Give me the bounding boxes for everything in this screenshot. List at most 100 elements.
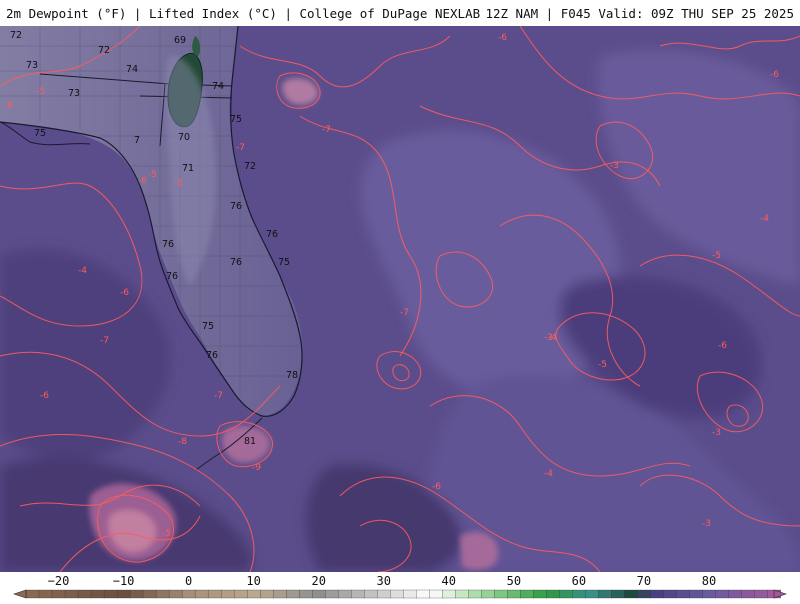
li-label: -6 [40,391,49,401]
li-label: -5 [598,360,607,370]
colorbar-tick-label: −20 [48,574,70,588]
colorbar-swatch [312,589,326,599]
colorbar-swatch [220,589,235,599]
colorbar-swatch [377,589,391,599]
colorbar-svg: −20 −10 0 10 20 30 40 50 60 70 80 [13,574,787,599]
li-label: -6 [770,70,779,80]
colorbar-swatch [559,589,573,599]
colorbar-swatch [299,589,313,599]
colorbar-swatch [676,589,690,599]
colorbar-tick-label: 80 [702,574,716,588]
colorbar-swatch [754,589,768,599]
li-label: -5 [712,251,721,261]
dewpoint-label: 76 [230,201,242,212]
li-label: -6 [120,288,129,298]
li-label: -6 [4,101,13,111]
colorbar-swatch [338,589,352,599]
dewpoint-label: 71 [182,163,194,174]
colorbar-swatch [442,589,456,599]
colorbar-swatch [142,589,157,599]
colorbar-tick-label: 10 [246,574,260,588]
colorbar-swatch [429,589,443,599]
colorbar-swatch [233,589,248,599]
colorbar-swatch [572,589,586,599]
colorbar-swatch [481,589,495,599]
dewpoint-label: 81 [244,436,256,447]
dewpoint-label: 76 [230,257,242,268]
colorbar-swatch [650,589,664,599]
li-label: -7 [214,391,223,401]
colorbar-swatch [416,589,430,599]
li-label: -4 [544,469,553,479]
dewpoint-label: 73 [68,88,80,99]
colorbar-swatch [611,589,625,599]
colorbar-ticks: −20 −10 0 10 20 30 40 50 60 70 80 [48,574,717,588]
li-label: -6 [498,33,507,43]
colorbar-swatch [325,589,339,599]
colorbar-swatch [168,589,183,599]
li-label: -7 [322,125,331,135]
colorbar-swatch [51,589,66,599]
li-label: -6 [432,482,441,492]
colorbar-swatch [702,589,716,599]
colorbar-swatch [403,589,417,599]
colorbar-swatch [624,589,638,599]
colorbar-swatch [637,589,651,599]
colorbar-swatch [246,589,261,599]
dewpoint-label: 72 [78,26,90,27]
dewpoint-label: 72 [98,45,110,56]
dewpoint-label: 76 [162,239,174,250]
li-label: -5 [162,529,171,539]
dewpoint-label: 76 [166,271,178,282]
colorbar-swatch [533,589,547,599]
colorbar-swatch [286,589,300,599]
li-label: -9 [252,463,261,473]
colorbar-swatch [64,589,79,599]
colorbar-swatch [273,589,287,599]
colorbar-swatch [494,589,508,599]
colorbar-tick-label: 20 [311,574,325,588]
dewpoint-label: 73 [26,60,38,71]
li-label: -8 [178,437,187,447]
colorbar-swatch [728,589,742,599]
li-label: -7 [400,308,409,318]
colorbar-tick-label: −10 [113,574,135,588]
li-label: -4 [760,214,769,224]
dewpoint-label: 78 [286,370,298,381]
colorbar-swatch [468,589,482,599]
dewpoint-label: 74 [126,64,138,75]
dewpoint-label: 7 [134,135,140,146]
colorbar-swatch [546,589,560,599]
colorbar-tick-label: 50 [507,574,521,588]
header-bar: 2m Dewpoint (°F) | Lifted Index (°C) | C… [0,0,800,26]
dewpoint-label: 75 [230,114,242,125]
li-label: -3 [702,519,711,529]
dewpoint-label: 75 [278,257,290,268]
colorbar-tick-label: 0 [185,574,192,588]
colorbar-swatch [207,589,222,599]
colorbar-swatch [585,589,599,599]
dewpoint-label: 72 [10,30,22,41]
li-label: -6 [138,176,147,186]
colorbar-tick-label: 40 [442,574,456,588]
map-panel[interactable]: 72 72 73 72 74 69 73 74 75 70 75 7 71 72… [0,26,800,572]
colorbar-swatch [38,589,53,599]
colorbar-swatch [741,589,755,599]
dewpoint-label: 69 [174,35,186,46]
dewpoint-label: 74 [212,81,224,92]
colorbar-tick-label: 30 [377,574,391,588]
li-label: -5 [174,179,183,189]
colorbar-swatch [715,589,729,599]
colorbar-swatch [351,589,365,599]
weather-map[interactable]: 72 72 73 72 74 69 73 74 75 70 75 7 71 72… [0,26,800,572]
li-label: -6 [718,341,727,351]
colorbar-swatches [25,589,781,599]
li-label: -5 [148,170,157,180]
colorbar-swatch [194,589,209,599]
colorbar-swatch [364,589,378,599]
li-label: -3 [610,161,619,171]
colorbar-left-arrow [13,589,27,599]
colorbar-swatch [455,589,469,599]
colorbar-swatch [520,589,534,599]
colorbar-swatch [390,589,404,599]
